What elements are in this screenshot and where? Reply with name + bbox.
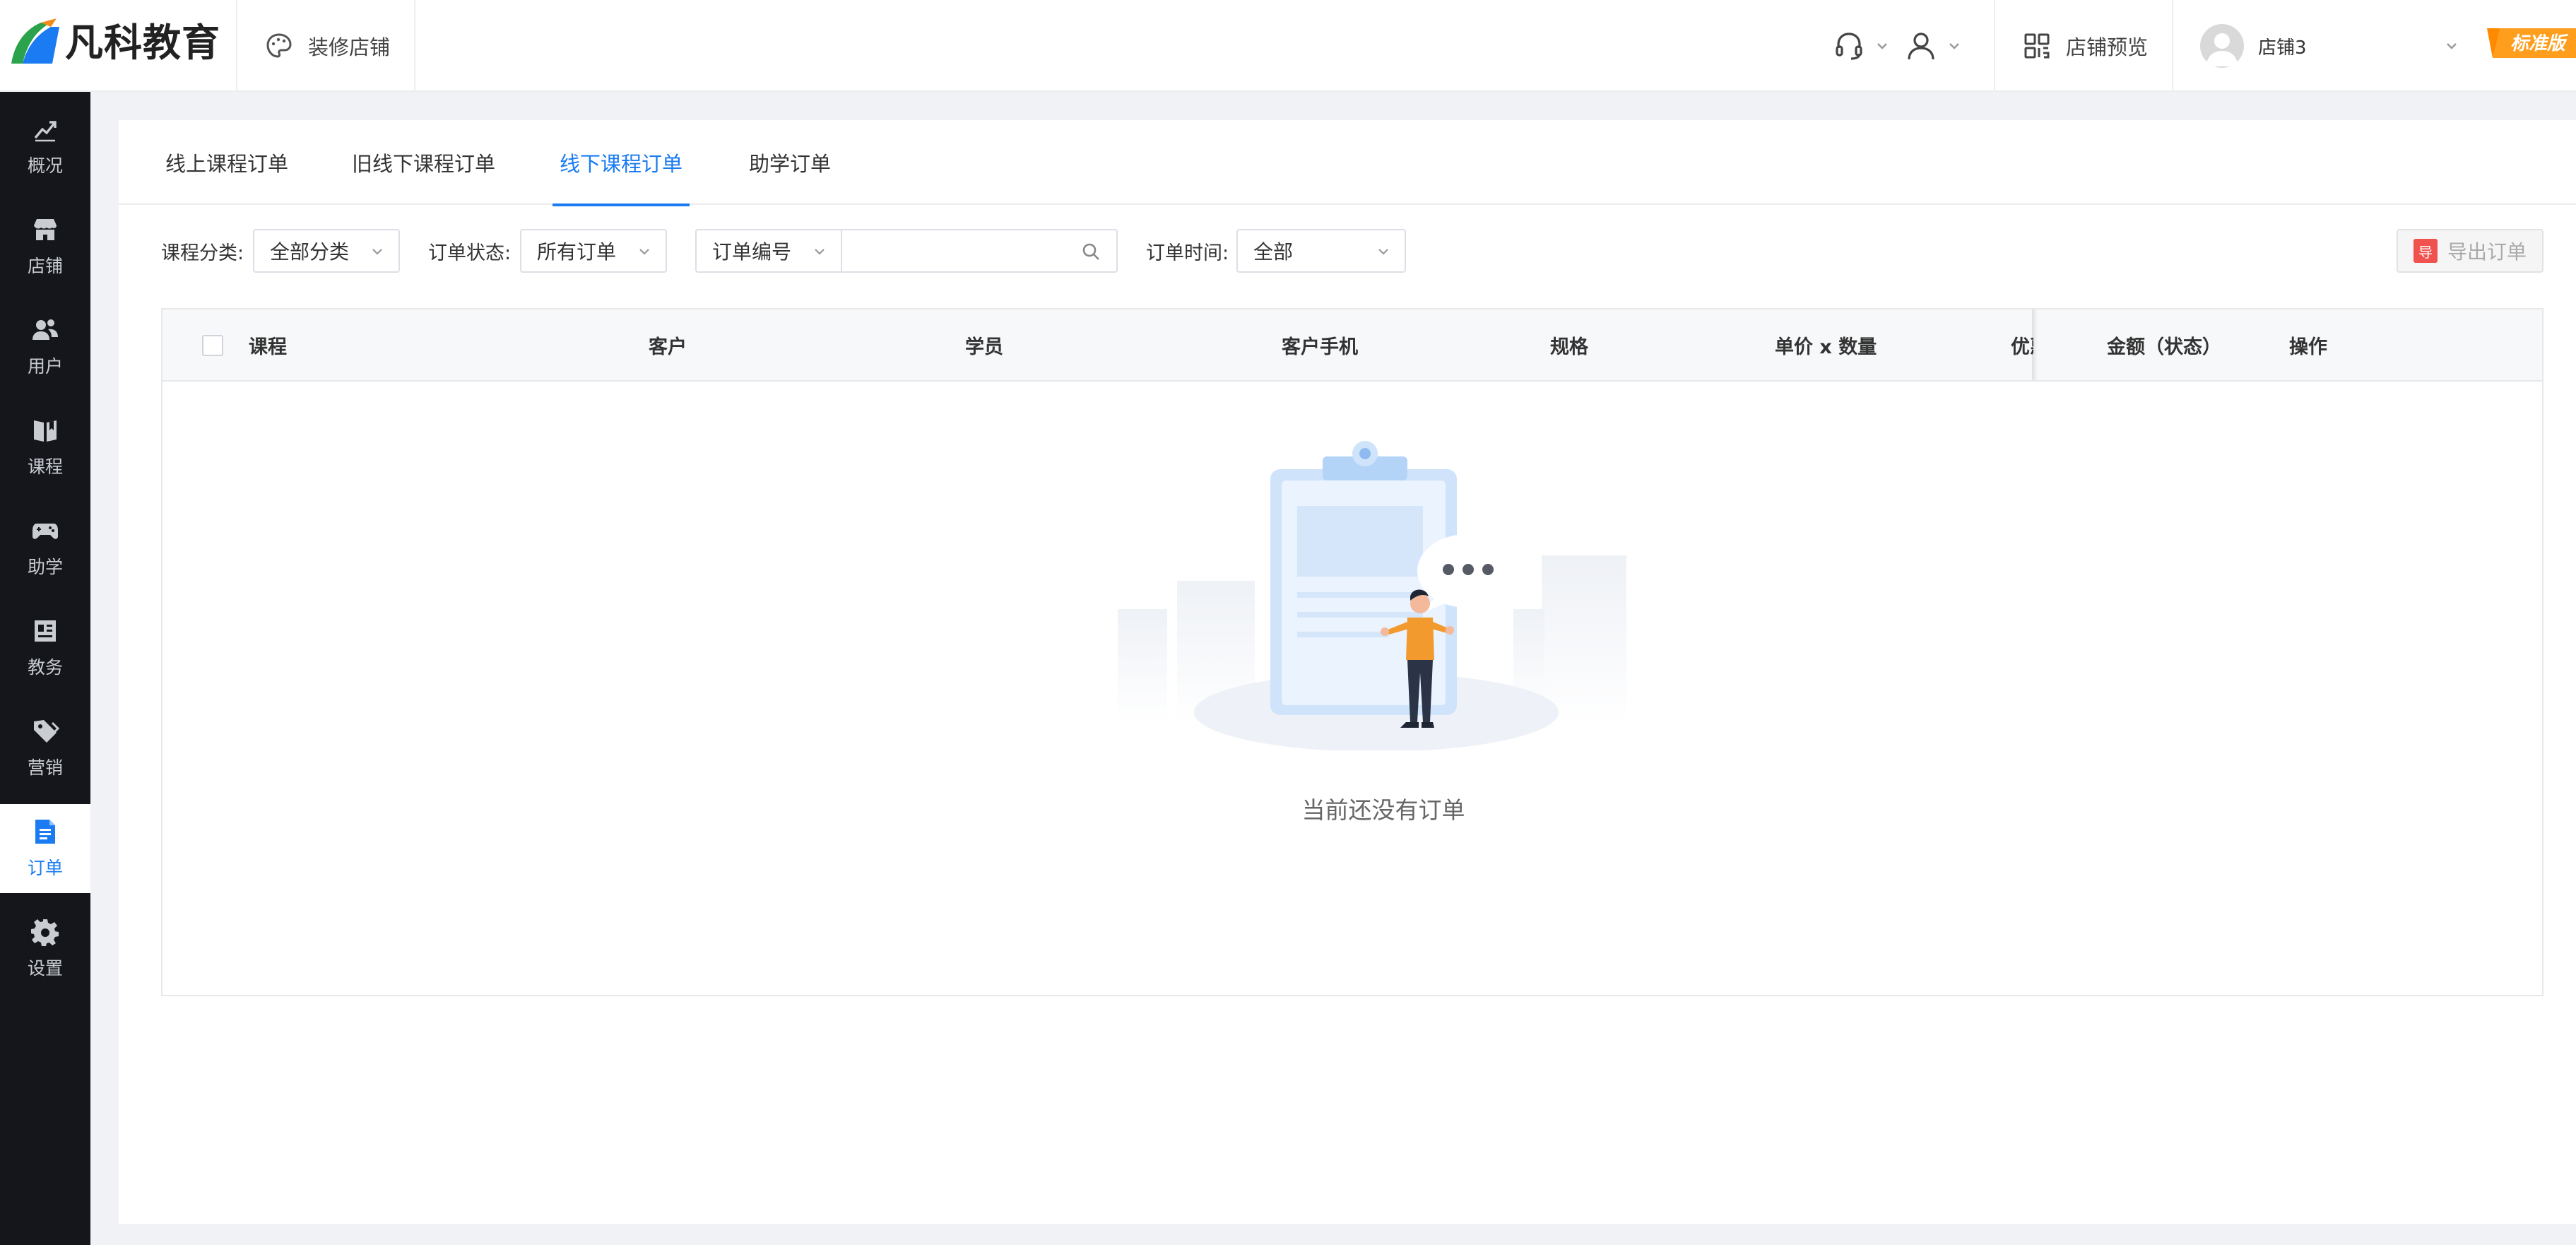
edition-badge[interactable]: 标准版 — [2484, 27, 2576, 59]
column-header-customer-phone: 客户手机 — [1282, 336, 1358, 358]
sidebar-item-users[interactable]: 用户 — [0, 302, 90, 391]
chevron-down-icon — [372, 249, 382, 255]
export-orders-label: 导出订单 — [2447, 240, 2527, 264]
tab-online-course-orders[interactable]: 线上课程订单 — [161, 120, 293, 205]
chevron-down-icon — [1949, 43, 1959, 49]
status-filter-label: 订单状态: — [428, 242, 512, 264]
shop-switcher[interactable]: 店铺3 — [2200, 0, 2459, 92]
order-time-filter-label: 订单时间: — [1146, 242, 1229, 264]
brand-name: 凡科教育 — [65, 20, 220, 65]
sidebar-item-marketing[interactable]: 营销 — [0, 704, 90, 793]
edition-badge-text: 标准版 — [2510, 33, 2569, 54]
order-status-select-value: 所有订单 — [537, 240, 617, 264]
sidebar: 概况 店铺 用户 课程 助学 教务 营销 订单 设置 — [0, 92, 90, 1245]
empty-clipboard-illustration — [1118, 441, 1626, 750]
sidebar-item-orders[interactable]: 订单 — [0, 804, 90, 893]
column-header-actions: 操作 — [2289, 336, 2327, 358]
filter-bar: 课程分类: 全部分类 订单状态: 所有订单 订单编号 订单时间: 全部 导 导出… — [119, 205, 2576, 304]
divider — [1994, 0, 1995, 92]
tab-offline-course-orders[interactable]: 线下课程订单 — [552, 120, 690, 206]
book-icon — [34, 420, 57, 442]
user-icon — [1908, 33, 1934, 60]
sidebar-item-store[interactable]: 店铺 — [0, 202, 90, 291]
users-icon — [33, 319, 58, 340]
decorate-store-label: 装修店铺 — [308, 35, 391, 59]
sidebar-item-label: 订单 — [27, 858, 63, 878]
sidebar-item-courses[interactable]: 课程 — [0, 403, 90, 492]
category-select-value: 全部分类 — [270, 240, 350, 264]
column-header-amount-status: 金额（状态） — [2107, 336, 2221, 358]
order-search-box — [842, 229, 1118, 273]
store-preview-label: 店铺预览 — [2066, 35, 2149, 59]
tab-study-assist-orders[interactable]: 助学订单 — [745, 120, 835, 205]
chevron-down-icon — [1378, 249, 1388, 255]
gear-icon — [31, 919, 59, 946]
tab-old-offline-course-orders[interactable]: 旧线下课程订单 — [348, 120, 500, 205]
avatar — [2200, 24, 2244, 68]
palette-icon — [266, 33, 292, 58]
customer-service-menu[interactable] — [1833, 0, 1889, 92]
column-header-spec: 规格 — [1550, 336, 1588, 358]
chart-trend-icon — [34, 121, 57, 142]
sidebar-item-label: 概况 — [27, 155, 63, 176]
store-preview-button[interactable]: 店铺预览 — [2022, 0, 2148, 92]
select-all-checkbox[interactable] — [202, 335, 223, 356]
account-menu[interactable] — [1905, 0, 1961, 92]
search-field-select-value: 订单编号 — [712, 240, 792, 264]
order-doc-icon — [35, 820, 55, 844]
sidebar-item-label: 教务 — [27, 657, 63, 678]
order-time-select-value: 全部 — [1253, 240, 1294, 264]
empty-state: 当前还没有订单 — [163, 382, 2542, 995]
decorate-store-button[interactable]: 装修店铺 — [239, 0, 415, 92]
empty-state-message: 当前还没有订单 — [1301, 796, 1465, 824]
divider — [2172, 0, 2173, 92]
search-field-select[interactable]: 订单编号 — [695, 229, 842, 273]
avatar-placeholder-icon — [2206, 33, 2238, 66]
shop-name: 店铺3 — [2258, 37, 2307, 59]
chevron-down-icon — [1877, 43, 1887, 49]
column-header-course: 课程 — [249, 336, 287, 358]
order-search-input[interactable] — [842, 230, 1116, 271]
column-header-unit-price-qty: 单价 x 数量 — [1775, 336, 1877, 358]
column-header-customer: 客户 — [649, 336, 687, 358]
orders-table: 课程 客户 学员 客户手机 规格 单价 x 数量 优惠 金额（状态） 操作 — [161, 308, 2543, 996]
fixed-column-shadow — [2032, 309, 2038, 380]
chevron-down-icon — [639, 249, 649, 255]
category-filter-label: 课程分类: — [161, 242, 244, 264]
search-icon[interactable] — [1081, 242, 1101, 261]
top-bar: 凡科教育 装修店铺 店铺预览 店铺3 标准版 — [0, 0, 2576, 92]
sidebar-item-academic[interactable]: 教务 — [0, 603, 90, 692]
qr-code-icon — [2024, 33, 2050, 59]
sidebar-item-label: 设置 — [27, 958, 63, 979]
sidebar-item-settings[interactable]: 设置 — [0, 904, 90, 993]
column-header-student: 学员 — [965, 336, 1003, 358]
tag-icon — [34, 720, 59, 743]
export-orders-button[interactable]: 导 导出订单 — [2397, 229, 2543, 273]
sidebar-item-study-assist[interactable]: 助学 — [0, 503, 90, 592]
sidebar-item-label: 助学 — [27, 557, 63, 577]
brand-logo[interactable]: 凡科教育 — [0, 0, 237, 92]
headset-icon — [1836, 33, 1862, 60]
sidebar-item-label: 营销 — [27, 757, 63, 778]
table-header: 课程 客户 学员 客户手机 规格 单价 x 数量 优惠 金额（状态） 操作 — [163, 309, 2542, 382]
brand-logo-icon — [11, 18, 59, 64]
sidebar-item-label: 课程 — [27, 456, 63, 477]
order-time-select[interactable]: 全部 — [1236, 229, 1406, 273]
category-select[interactable]: 全部分类 — [253, 229, 400, 273]
chevron-down-icon — [815, 249, 825, 255]
calendar-icon — [35, 620, 56, 642]
column-header-discount: 优惠 — [2011, 336, 2033, 358]
chevron-down-icon — [2447, 43, 2457, 49]
store-icon — [34, 219, 57, 240]
export-icon: 导 — [2413, 239, 2438, 263]
sidebar-item-label: 用户 — [27, 356, 63, 377]
sidebar-item-overview[interactable]: 概况 — [0, 102, 90, 191]
sidebar-item-label: 店铺 — [27, 256, 63, 276]
order-panel: 线上课程订单 旧线下课程订单 线下课程订单 助学订单 课程分类: 全部分类 订单… — [119, 120, 2576, 1224]
order-status-select[interactable]: 所有订单 — [520, 229, 667, 273]
order-tabs: 线上课程订单 旧线下课程订单 线下课程订单 助学订单 — [119, 120, 2576, 206]
gamepad-icon — [33, 524, 58, 539]
